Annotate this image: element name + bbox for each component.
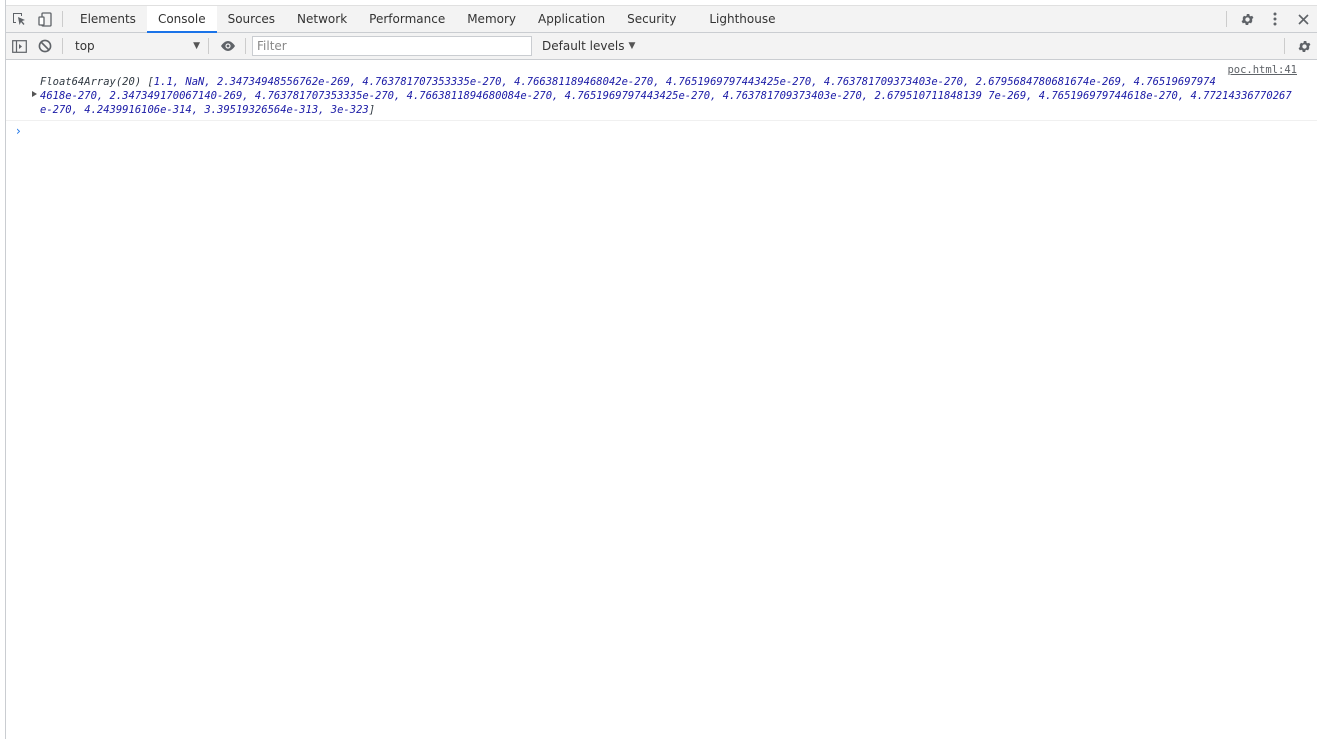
log-levels-dropdown[interactable]: Default levels ▼ [542, 39, 635, 53]
dropdown-arrow-icon: ▼ [193, 41, 200, 51]
show-sidebar-icon[interactable] [6, 33, 32, 59]
tab-security[interactable]: Security [616, 6, 687, 32]
array-suffix: ] [368, 104, 376, 116]
context-value: top [75, 39, 95, 53]
tab-elements[interactable]: Elements [69, 6, 147, 32]
toolbar-divider [62, 11, 63, 27]
device-toolbar-icon[interactable] [32, 6, 58, 32]
tab-performance[interactable]: Performance [358, 6, 456, 32]
console-settings-gear-icon[interactable] [1291, 33, 1317, 59]
close-icon[interactable] [1289, 6, 1317, 32]
tab-sources[interactable]: Sources [217, 6, 286, 32]
console-settings [1280, 33, 1317, 59]
inspect-element-icon[interactable] [6, 6, 32, 32]
tab-application[interactable]: Application [527, 6, 616, 32]
array-type-prefix: Float64Array(20) [ [40, 76, 154, 88]
tab-lighthouse[interactable]: Lighthouse [698, 6, 786, 32]
toolbar-divider [62, 38, 63, 54]
console-prompt[interactable]: › [6, 121, 1317, 143]
dropdown-arrow-icon: ▼ [628, 41, 636, 51]
message-source-link[interactable]: poc.html:41 [1227, 63, 1297, 77]
toolbar-divider [208, 38, 209, 54]
tab-memory[interactable]: Memory [456, 6, 527, 32]
message-text: Float64Array(20) [1.1, NaN, 2.3473494855… [40, 63, 1295, 117]
console-messages: poc.html:41 Float64Array(20) [1.1, NaN, … [6, 60, 1317, 739]
settings-gear-icon[interactable] [1233, 6, 1261, 32]
javascript-context-select[interactable]: top ▼ [69, 36, 204, 56]
tab-network[interactable]: Network [286, 6, 358, 32]
live-expression-eye-icon[interactable] [215, 33, 241, 59]
toolbar-divider [245, 38, 246, 54]
log-levels-label: Default levels [542, 39, 625, 53]
toolbar-divider [1284, 38, 1285, 54]
clear-console-icon[interactable] [32, 33, 58, 59]
prompt-chevron-icon: › [16, 124, 21, 138]
more-options-icon[interactable] [1261, 6, 1289, 32]
filter-input[interactable] [252, 36, 532, 56]
toolbar-divider [1226, 11, 1227, 27]
console-toolbar: top ▼ Default levels ▼ [6, 33, 1317, 60]
devtools-panel: Elements Console Sources Network Perform… [5, 0, 1317, 739]
tab-console[interactable]: Console [146, 6, 217, 33]
array-values: 1.1, NaN, 2.34734948556762e-269, 4.76378… [40, 76, 1292, 116]
console-log-message: poc.html:41 Float64Array(20) [1.1, NaN, … [6, 60, 1317, 121]
expand-triangle-icon[interactable] [32, 91, 37, 97]
devtools-tab-bar: Elements Console Sources Network Perform… [6, 5, 1317, 33]
tab-bar-actions [1220, 6, 1317, 32]
